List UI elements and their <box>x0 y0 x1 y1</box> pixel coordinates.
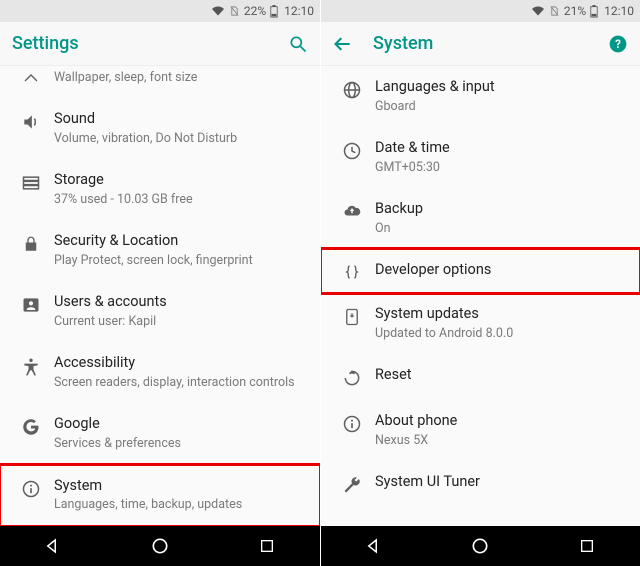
list-row-wallpaper-sleep-font-size[interactable]: Wallpaper, sleep, font size <box>0 66 320 98</box>
row-title: Storage <box>54 171 306 190</box>
row-title: Developer options <box>375 261 626 280</box>
row-subtitle: Gboard <box>375 99 626 115</box>
list-row-accessibility[interactable]: Accessibility Screen readers, display, in… <box>0 342 320 403</box>
no-sim-icon <box>229 5 240 17</box>
list-row-developer-options[interactable]: Developer options <box>321 249 640 293</box>
wrench-icon <box>335 473 369 495</box>
row-title: Sound <box>54 110 306 129</box>
phone-right: 21% 12:10 System ? Languages & input Gboa… <box>320 0 640 566</box>
row-title: Date & time <box>375 139 626 158</box>
row-title: Security & Location <box>54 232 306 251</box>
row-subtitle: Updated to Android 8.0.0 <box>375 326 626 342</box>
row-subtitle: Nexus 5X <box>375 433 626 449</box>
row-title: Google <box>54 415 306 434</box>
list-row-date-time[interactable]: Date & time GMT+05:30 <box>321 127 640 188</box>
list-row-system-ui-tuner[interactable]: System UI Tuner <box>321 461 640 507</box>
sysupdate-icon <box>335 305 369 327</box>
system-list: Languages & input Gboard Date & time GMT+05… <box>321 66 640 526</box>
row-subtitle: Languages, time, backup, updates <box>54 497 306 513</box>
list-row-security-location[interactable]: Security & Location Play Protect, screen … <box>0 220 320 281</box>
page-title: Settings <box>12 33 288 54</box>
list-row-backup[interactable]: Backup On <box>321 188 640 249</box>
row-title: Users & accounts <box>54 293 306 312</box>
nav-home-icon[interactable] <box>140 526 180 566</box>
list-row-sound[interactable]: Sound Volume, vibration, Do Not Disturb <box>0 98 320 159</box>
row-title: Backup <box>375 200 626 219</box>
storage-icon <box>14 171 48 193</box>
back-icon[interactable] <box>333 34 353 54</box>
row-subtitle: Play Protect, screen lock, fingerprint <box>54 253 306 269</box>
wifi-icon <box>211 5 225 17</box>
display-icon <box>14 70 48 90</box>
list-row-storage[interactable]: Storage 37% used - 10.03 GB free <box>0 159 320 220</box>
row-subtitle: Current user: Kapil <box>54 314 306 330</box>
accessibility-icon <box>14 354 48 378</box>
nav-back-icon[interactable] <box>33 526 73 566</box>
help-icon[interactable]: ? <box>608 34 628 54</box>
clock-text: 12:10 <box>284 4 314 18</box>
clock-text: 12:10 <box>604 4 634 18</box>
row-subtitle: Wallpaper, sleep, font size <box>54 70 306 86</box>
nav-recent-icon[interactable] <box>247 526 287 566</box>
no-sim-icon <box>549 5 560 17</box>
list-row-system-updates[interactable]: System updates Updated to Android 8.0.0 <box>321 293 640 354</box>
list-row-reset[interactable]: Reset <box>321 354 640 400</box>
clock-icon <box>335 139 369 161</box>
list-row-about-phone[interactable]: About phone Nexus 5X <box>321 400 640 461</box>
row-title: Accessibility <box>54 354 306 373</box>
row-subtitle: Volume, vibration, Do Not Disturb <box>54 131 306 147</box>
nav-recent-icon[interactable] <box>567 526 607 566</box>
row-title: System updates <box>375 305 626 324</box>
settings-list: Wallpaper, sleep, font size Sound Volume, … <box>0 66 320 526</box>
wifi-icon <box>531 5 545 17</box>
braces-icon <box>335 261 369 281</box>
svg-text:?: ? <box>615 37 621 51</box>
row-title: About phone <box>375 412 626 431</box>
battery-icon <box>590 5 598 18</box>
nav-bar <box>0 526 320 566</box>
battery-icon <box>270 5 278 18</box>
globe-icon <box>335 78 369 100</box>
status-bar: 22% 12:10 <box>0 0 320 22</box>
phone-left: 22% 12:10 Settings Wallpaper, sleep, fon… <box>0 0 320 566</box>
lock-icon <box>14 232 48 254</box>
row-subtitle: Services & preferences <box>54 436 306 452</box>
list-row-google[interactable]: Google Services & preferences <box>0 403 320 464</box>
row-subtitle: Screen readers, display, interaction con… <box>54 375 306 391</box>
row-subtitle: On <box>375 221 626 237</box>
list-row-users-accounts[interactable]: Users & accounts Current user: Kapil <box>0 281 320 342</box>
page-title: System <box>373 33 608 54</box>
nav-home-icon[interactable] <box>460 526 500 566</box>
row-title: System <box>54 477 306 496</box>
app-bar: Settings <box>0 22 320 66</box>
nav-back-icon[interactable] <box>354 526 394 566</box>
google-icon <box>14 415 48 437</box>
info-icon <box>14 477 48 499</box>
reset-icon <box>335 366 369 388</box>
row-subtitle: GMT+05:30 <box>375 160 626 176</box>
users-icon <box>14 293 48 315</box>
row-title: Reset <box>375 366 626 385</box>
list-row-languages-input[interactable]: Languages & input Gboard <box>321 66 640 127</box>
row-title: System UI Tuner <box>375 473 626 492</box>
status-bar: 21% 12:10 <box>321 0 640 22</box>
row-subtitle: 37% used - 10.03 GB free <box>54 192 306 208</box>
info-icon <box>335 412 369 434</box>
sound-icon <box>14 110 48 132</box>
app-bar: System ? <box>321 22 640 66</box>
battery-percent: 22% <box>244 4 266 18</box>
row-title: Languages & input <box>375 78 626 97</box>
cloud-icon <box>335 200 369 220</box>
nav-bar <box>321 526 640 566</box>
battery-percent: 21% <box>564 4 586 18</box>
search-icon[interactable] <box>288 34 308 54</box>
list-row-system[interactable]: SystemLanguages, time, backup, updates <box>0 465 320 526</box>
